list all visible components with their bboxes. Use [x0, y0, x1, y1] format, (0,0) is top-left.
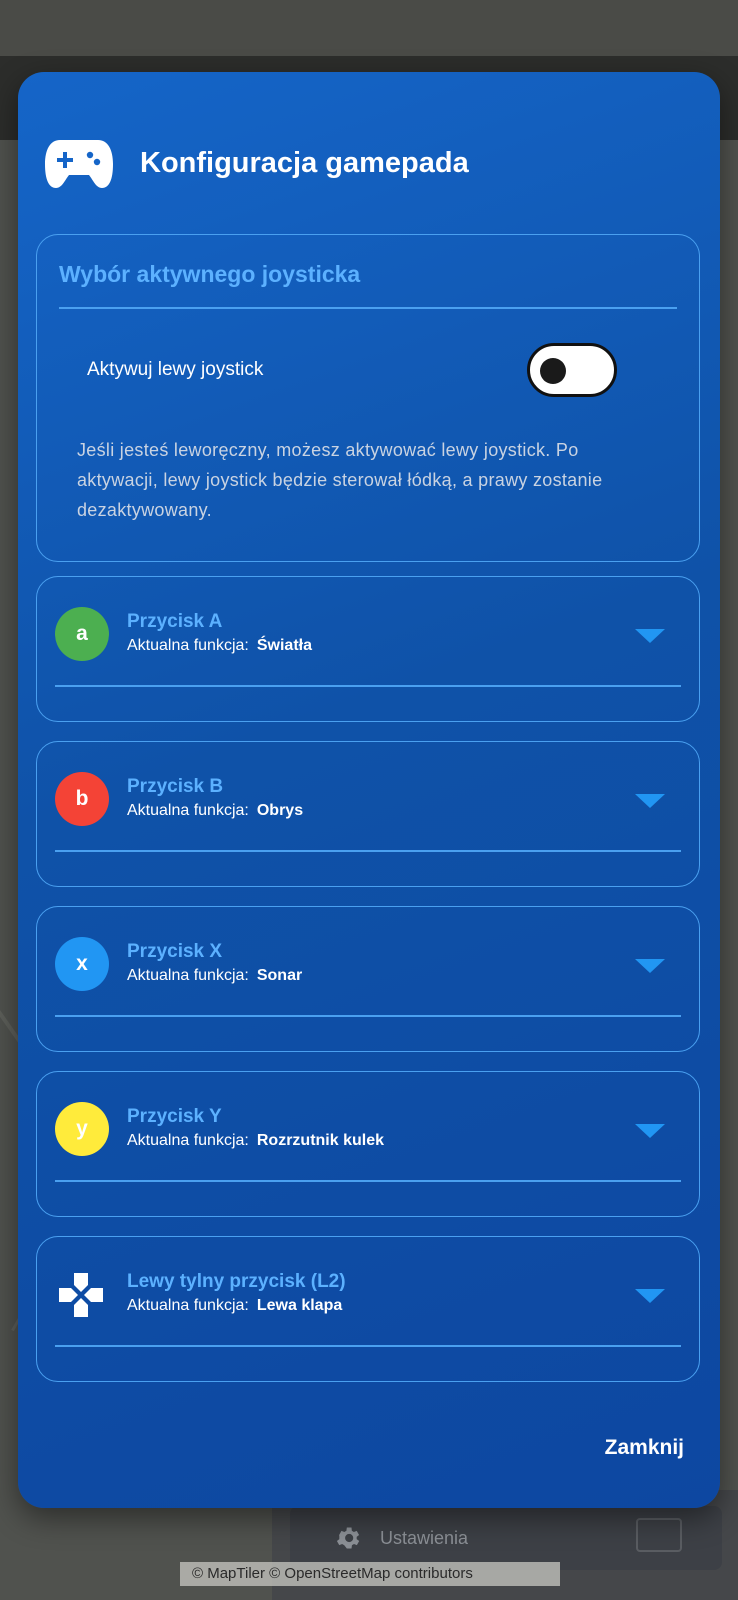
button-x-icon: x — [55, 937, 109, 991]
gear-icon — [336, 1527, 360, 1549]
button-a-icon: a — [55, 607, 109, 661]
joystick-section-title: Wybór aktywnego joysticka — [59, 261, 361, 287]
button-function: Aktualna funkcja: Sonar — [127, 967, 302, 985]
map-attribution: © MapTiler © OpenStreetMap contributors — [180, 1562, 560, 1586]
settings-label: Ustawienia — [380, 1527, 469, 1548]
button-function: Aktualna funkcja: Obrys — [127, 802, 303, 820]
button-name: Przycisk Y — [127, 1106, 222, 1127]
button-y-card[interactable]: y Przycisk Y Aktualna funkcja: Rozrzutnik… — [36, 1071, 700, 1217]
background-top-bar — [0, 0, 738, 56]
button-name: Lewy tylny przycisk (L2) — [127, 1271, 346, 1292]
function-value: Sonar — [256, 967, 303, 984]
divider — [55, 1345, 681, 1347]
function-value: Lewa klapa — [256, 1297, 343, 1314]
left-joystick-toggle-label: Aktywuj lewy joystick — [87, 359, 264, 380]
toggle-knob — [540, 358, 566, 384]
function-prefix: Aktualna funkcja: — [127, 1297, 249, 1314]
chevron-down-icon[interactable] — [635, 1124, 665, 1138]
function-value: Rozrzutnik kulek — [256, 1132, 384, 1149]
button-x-card[interactable]: x Przycisk X Aktualna funkcja: Sonar — [36, 906, 700, 1052]
button-name: Przycisk A — [127, 611, 223, 632]
function-prefix: Aktualna funkcja: — [127, 967, 249, 984]
chevron-down-icon[interactable] — [635, 629, 665, 643]
button-name: Przycisk B — [127, 776, 224, 797]
chevron-down-icon[interactable] — [635, 1289, 665, 1303]
function-prefix: Aktualna funkcja: — [127, 802, 249, 819]
button-function: Aktualna funkcja: Lewa klapa — [127, 1297, 342, 1315]
gamepad-config-dialog: Konfiguracja gamepada Wybór aktywnego jo… — [18, 72, 720, 1508]
button-function: Aktualna funkcja: Światła — [127, 637, 312, 655]
divider — [55, 685, 681, 687]
function-prefix: Aktualna funkcja: — [127, 1132, 249, 1149]
button-b-card[interactable]: b Przycisk B Aktualna funkcja: Obrys — [36, 741, 700, 887]
dpad-icon — [59, 1273, 103, 1317]
function-prefix: Aktualna funkcja: — [127, 637, 249, 654]
button-b-icon: b — [55, 772, 109, 826]
left-joystick-toggle[interactable] — [527, 343, 617, 397]
button-name: Przycisk X — [127, 941, 223, 962]
gamepad-icon — [45, 140, 113, 188]
joystick-description: Jeśli jesteś leworęczny, możesz aktywowa… — [77, 440, 603, 520]
divider — [55, 1180, 681, 1182]
dialog-header: Konfiguracja gamepada — [44, 128, 469, 198]
close-button[interactable]: Zamknij — [605, 1436, 684, 1460]
chevron-down-icon[interactable] — [635, 794, 665, 808]
button-function: Aktualna funkcja: Rozrzutnik kulek — [127, 1132, 384, 1150]
button-l2-card[interactable]: Lewy tylny przycisk (L2) Aktualna funkcj… — [36, 1236, 700, 1382]
function-value: Obrys — [256, 802, 304, 819]
button-a-card[interactable]: a Przycisk A Aktualna funkcja: Światła — [36, 576, 700, 722]
joystick-section: Wybór aktywnego joysticka Aktywuj lewy j… — [36, 234, 700, 562]
dialog-title: Konfiguracja gamepada — [140, 146, 469, 179]
divider — [55, 850, 681, 852]
function-value: Światła — [256, 637, 312, 654]
divider — [55, 1015, 681, 1017]
button-y-icon: y — [55, 1102, 109, 1156]
settings-menu-item: Ustawienia — [290, 1506, 722, 1570]
divider — [59, 307, 677, 309]
keyboard-icon — [636, 1518, 682, 1552]
chevron-down-icon[interactable] — [635, 959, 665, 973]
